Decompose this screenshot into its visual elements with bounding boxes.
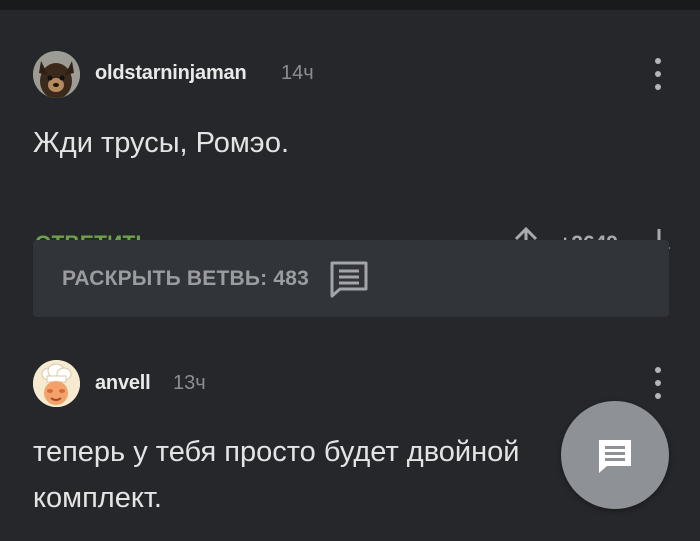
top-bar xyxy=(0,0,700,10)
comment-text: Жди трусы, Ромэо. xyxy=(33,127,290,159)
avatar[interactable] xyxy=(33,360,80,407)
comment-text: теперь у тебя просто будет двойной компл… xyxy=(33,436,520,514)
comment-author[interactable]: anvell xyxy=(95,372,151,395)
add-comment-button[interactable] xyxy=(561,401,669,509)
comment-time: 13ч xyxy=(173,372,206,394)
avatar[interactable] xyxy=(33,51,80,98)
expand-thread-label: РАСКРЫТЬ ВЕТВЬ: 483 xyxy=(62,267,310,290)
more-vertical-icon[interactable] xyxy=(648,367,668,399)
comment-author[interactable]: oldstarninjaman xyxy=(95,62,247,85)
comments-icon xyxy=(330,261,368,298)
comment-time: 14ч xyxy=(281,62,314,84)
comment-icon xyxy=(599,440,631,473)
more-vertical-icon[interactable] xyxy=(648,58,668,90)
expand-thread-button[interactable]: РАСКРЫТЬ ВЕТВЬ: 483 xyxy=(33,240,669,317)
